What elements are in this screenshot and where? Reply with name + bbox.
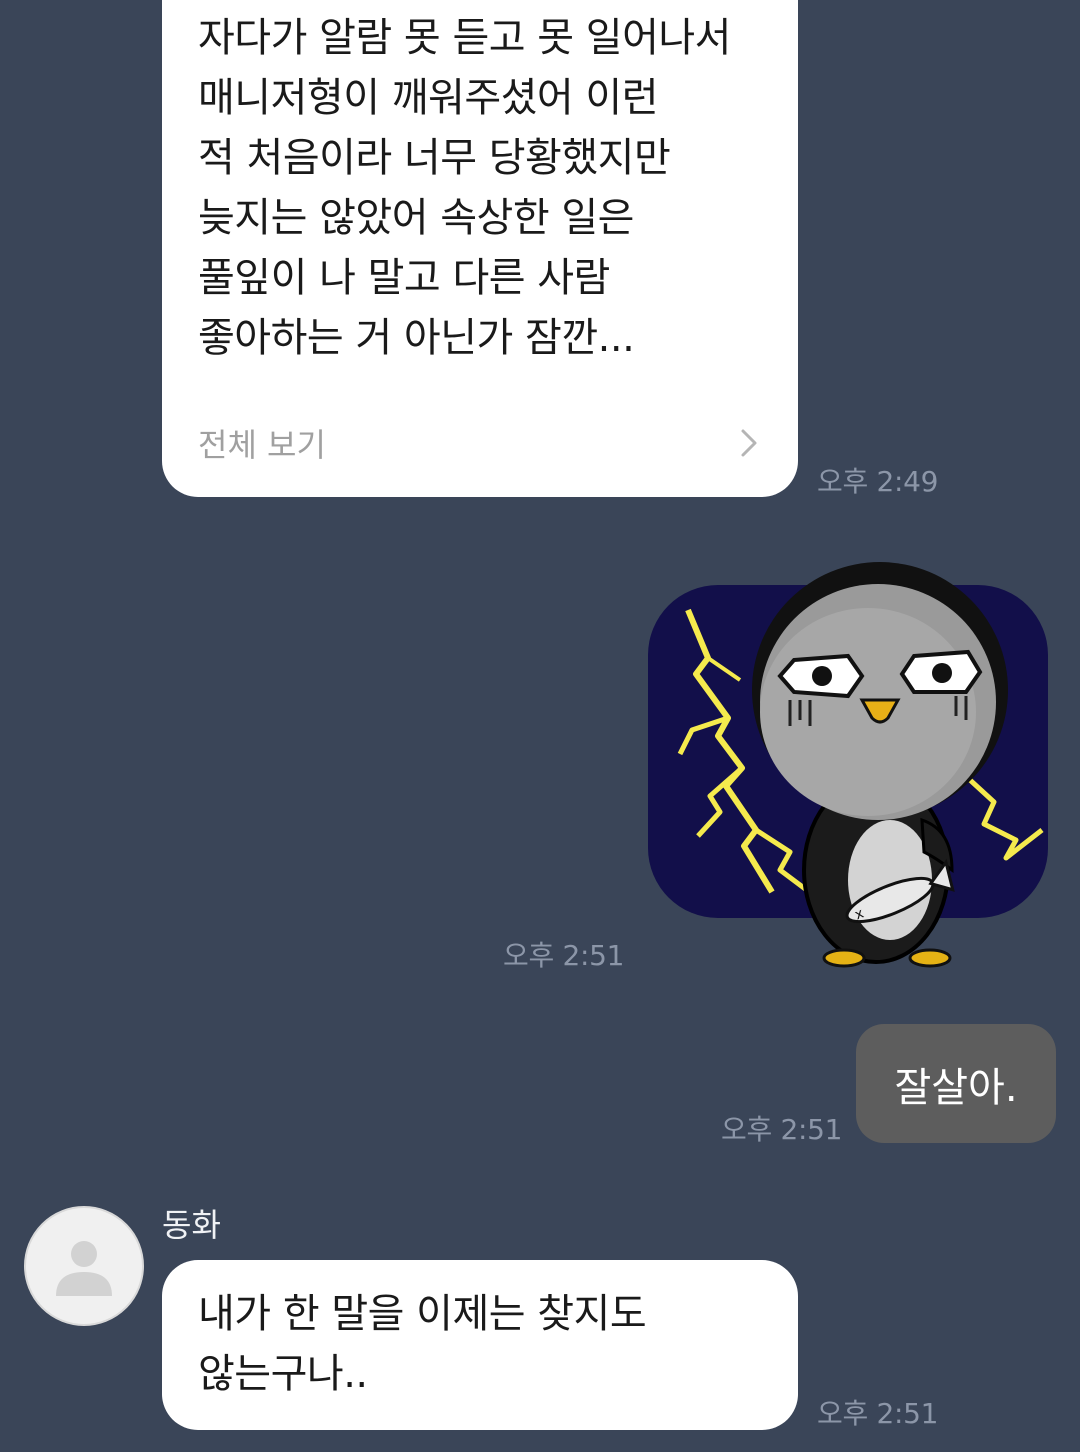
message-text: 자다가 알람 못 듣고 못 일어나서 매니저형이 깨워주셨어 이런 적 처음이라…	[198, 15, 731, 361]
chevron-right-icon	[741, 429, 757, 457]
message-timestamp: 오후 2:49	[817, 465, 939, 498]
penguin-lightning-sticker: x	[648, 562, 1048, 968]
sender-name: 동화	[162, 1206, 221, 1244]
message-bubble-outgoing[interactable]: 잘살아.	[856, 1024, 1056, 1143]
person-icon	[56, 1241, 112, 1296]
see-all-label: 전체 보기	[198, 426, 326, 464]
message-text: 잘살아.	[894, 1064, 1018, 1111]
message-timestamp: 오후 2:51	[721, 1113, 843, 1146]
see-all-link[interactable]: 전체 보기	[198, 418, 764, 468]
message-bubble-incoming[interactable]: 자다가 알람 못 듣고 못 일어나서 매니저형이 깨워주셨어 이런 적 처음이라…	[162, 0, 798, 497]
message-bubble-incoming[interactable]: 내가 한 말을 이제는 찾지도 않는구나..	[162, 1260, 798, 1430]
message-timestamp: 오후 2:51	[817, 1397, 939, 1430]
message-text: 내가 한 말을 이제는 찾지도 않는구나..	[198, 1291, 647, 1397]
avatar[interactable]	[24, 1206, 144, 1326]
sticker-message[interactable]: x	[640, 540, 1060, 980]
message-timestamp: 오후 2:51	[503, 939, 625, 972]
